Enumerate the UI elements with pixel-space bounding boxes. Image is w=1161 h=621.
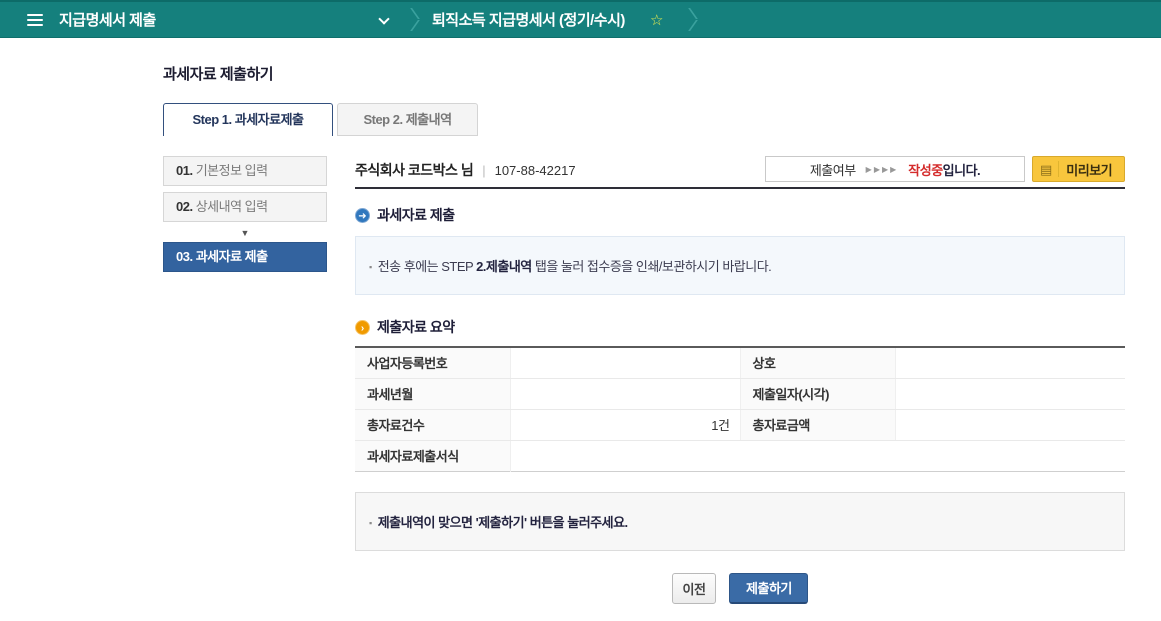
previous-button[interactable]: 이전 [672, 573, 717, 604]
page-body: 과세자료 제출하기 Step 1. 과세자료제출 Step 2. 제출내역 01… [0, 63, 1161, 604]
cell-label-total-count: 총자료건수 [355, 409, 510, 440]
notice-text-post: 탭을 눌러 접수증을 인쇄/보관하시기 바랍니다. [532, 259, 772, 274]
sidebar-step-1[interactable]: 01. 기본정보 입력 [163, 156, 327, 186]
business-reg-number: 107-88-42217 [495, 163, 576, 178]
section-header-submit: ➜ 과세자료 제출 [355, 205, 1125, 225]
section-title: 제출자료 요약 [377, 317, 455, 337]
notice-text: 제출내역이 맞으면 '제출하기' 버튼을 눌러주세요. [378, 515, 628, 530]
chevron-circle-icon: › [355, 320, 370, 335]
preview-button[interactable]: ▤ 미리보기 [1032, 156, 1125, 182]
cell-value-form-type [510, 440, 1125, 471]
notice-text-pre: 전송 후에는 STEP [378, 259, 476, 274]
step-number: 03. [176, 249, 193, 264]
cell-value-total-amount [895, 409, 1125, 440]
submission-status-box: 제출여부 ▶▶▶▶ 작성중 입니다. [765, 156, 1025, 182]
divider: | [482, 163, 485, 178]
sidebar-step-2[interactable]: 02. 상세내역 입력 [163, 192, 327, 222]
cell-value-submit-date [895, 378, 1125, 409]
section-divider [355, 187, 1125, 189]
cell-label-submit-date: 제출일자(시각) [740, 378, 895, 409]
step-label: 과세자료 제출 [196, 249, 268, 264]
sidebar-step-3-active[interactable]: 03. 과세자료 제출 [163, 242, 327, 272]
document-list-icon: ▤ [1040, 163, 1052, 176]
section-header-summary: › 제출자료 요약 [355, 317, 1125, 337]
notice-text-bold: 2.제출내역 [476, 259, 532, 274]
app-title: 지급명세서 제출 [59, 9, 156, 30]
table-row: 과세년월 제출일자(시각) [355, 378, 1125, 409]
bullet-icon: ▪ [369, 518, 372, 528]
step-tabs: Step 1. 과세자료제출 Step 2. 제출내역 [163, 102, 1125, 136]
content-area: 01. 기본정보 입력 02. 상세내역 입력 ▼ 03. 과세자료 제출 주식… [163, 156, 1125, 604]
cell-label-tax-month: 과세년월 [355, 378, 510, 409]
notice-box-bottom: ▪ 제출내역이 맞으면 '제출하기' 버튼을 눌러주세요. [355, 492, 1125, 551]
step-label: 기본정보 입력 [196, 163, 268, 178]
step-number: 01. [176, 163, 193, 178]
tab-step2-history[interactable]: Step 2. 제출내역 [337, 103, 478, 136]
cell-label-form-type: 과세자료제출서식 [355, 440, 510, 471]
status-value-rest: 입니다. [943, 160, 981, 179]
divider [1058, 161, 1059, 177]
chevron-down-icon[interactable] [378, 13, 389, 24]
cell-value-total-count: 1건 [510, 409, 740, 440]
cell-value-company-name [895, 347, 1125, 378]
top-bar: 지급명세서 제출 퇴직소득 지급명세서 (정기/수시) ☆ [0, 0, 1161, 38]
bullet-icon: ▪ [369, 262, 372, 272]
tab-step1-submit[interactable]: Step 1. 과세자료제출 [163, 103, 333, 136]
notice-box-top: ▪ 전송 후에는 STEP 2.제출내역 탭을 눌러 접수증을 인쇄/보관하시기 … [355, 236, 1125, 295]
table-row: 총자료건수 1건 총자료금액 [355, 409, 1125, 440]
step-number: 02. [176, 199, 193, 214]
hamburger-menu-icon[interactable] [27, 11, 43, 29]
cell-label-biz-reg-no: 사업자등록번호 [355, 347, 510, 378]
arrow-circle-icon: ➜ [355, 208, 370, 223]
submit-button[interactable]: 제출하기 [729, 573, 808, 604]
breadcrumb-separator-icon [676, 7, 692, 33]
step-sidebar: 01. 기본정보 입력 02. 상세내역 입력 ▼ 03. 과세자료 제출 [163, 156, 327, 604]
company-name: 주식회사 코드박스 님 [355, 160, 473, 180]
button-row: 이전 제출하기 [355, 573, 1125, 604]
table-row: 과세자료제출서식 [355, 440, 1125, 471]
cell-value-biz-reg-no [510, 347, 740, 378]
cell-label-total-amount: 총자료금액 [740, 409, 895, 440]
step-label: 상세내역 입력 [196, 199, 268, 214]
summary-table: 사업자등록번호 상호 과세년월 제출일자(시각) 총자료건수 1건 총자료금액 [355, 346, 1125, 472]
company-row: 주식회사 코드박스 님 | 107-88-42217 제출여부 ▶▶▶▶ 작성중… [355, 156, 1125, 184]
status-label: 제출여부 [810, 160, 856, 179]
section-title: 과세자료 제출 [377, 205, 455, 225]
cell-label-company-name: 상호 [740, 347, 895, 378]
status-arrows-icon: ▶▶▶▶ [866, 165, 899, 174]
preview-button-label: 미리보기 [1066, 160, 1112, 179]
main-panel: 주식회사 코드박스 님 | 107-88-42217 제출여부 ▶▶▶▶ 작성중… [355, 156, 1125, 604]
cell-value-tax-month [510, 378, 740, 409]
page-title: 과세자료 제출하기 [163, 63, 1125, 84]
status-value-highlight: 작성중 [908, 160, 942, 179]
breadcrumb-separator-icon [398, 7, 414, 33]
breadcrumb: 퇴직소득 지급명세서 (정기/수시) [432, 9, 625, 30]
down-arrow-icon: ▼ [163, 228, 327, 238]
table-row: 사업자등록번호 상호 [355, 347, 1125, 378]
favorite-star-icon[interactable]: ☆ [650, 11, 663, 29]
